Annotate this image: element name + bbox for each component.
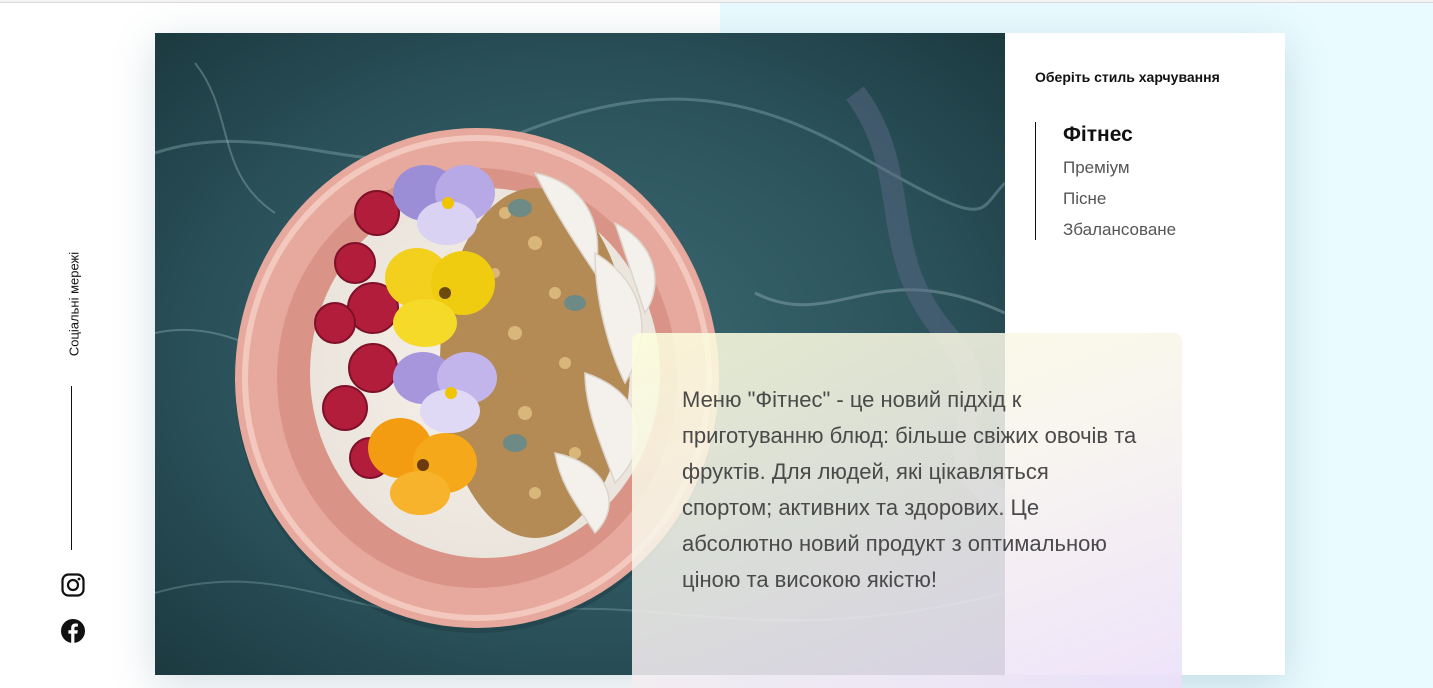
description-box: Меню "Фітнес" - це новий підхід к пригот… (632, 333, 1182, 688)
menu-item-balanced[interactable]: Збалансоване (1036, 214, 1255, 245)
menu-item-premium[interactable]: Преміум (1036, 152, 1255, 183)
menu-item-lean[interactable]: Пісне (1036, 183, 1255, 214)
description-text: Меню "Фітнес" - це новий підхід к пригот… (682, 387, 1137, 592)
diet-style-title: Оберіть стиль харчування (1035, 69, 1220, 85)
social-divider-line (71, 386, 72, 550)
facebook-icon[interactable] (61, 619, 85, 643)
diet-style-list: Фітнес Преміум Пісне Збалансоване (1035, 122, 1255, 240)
instagram-icon[interactable] (61, 573, 85, 597)
menu-item-fitness[interactable]: Фітнес (1036, 122, 1255, 148)
social-networks-text: Соціальні мережі (66, 251, 82, 357)
social-networks-label: Соціальні мережі (52, 246, 96, 362)
